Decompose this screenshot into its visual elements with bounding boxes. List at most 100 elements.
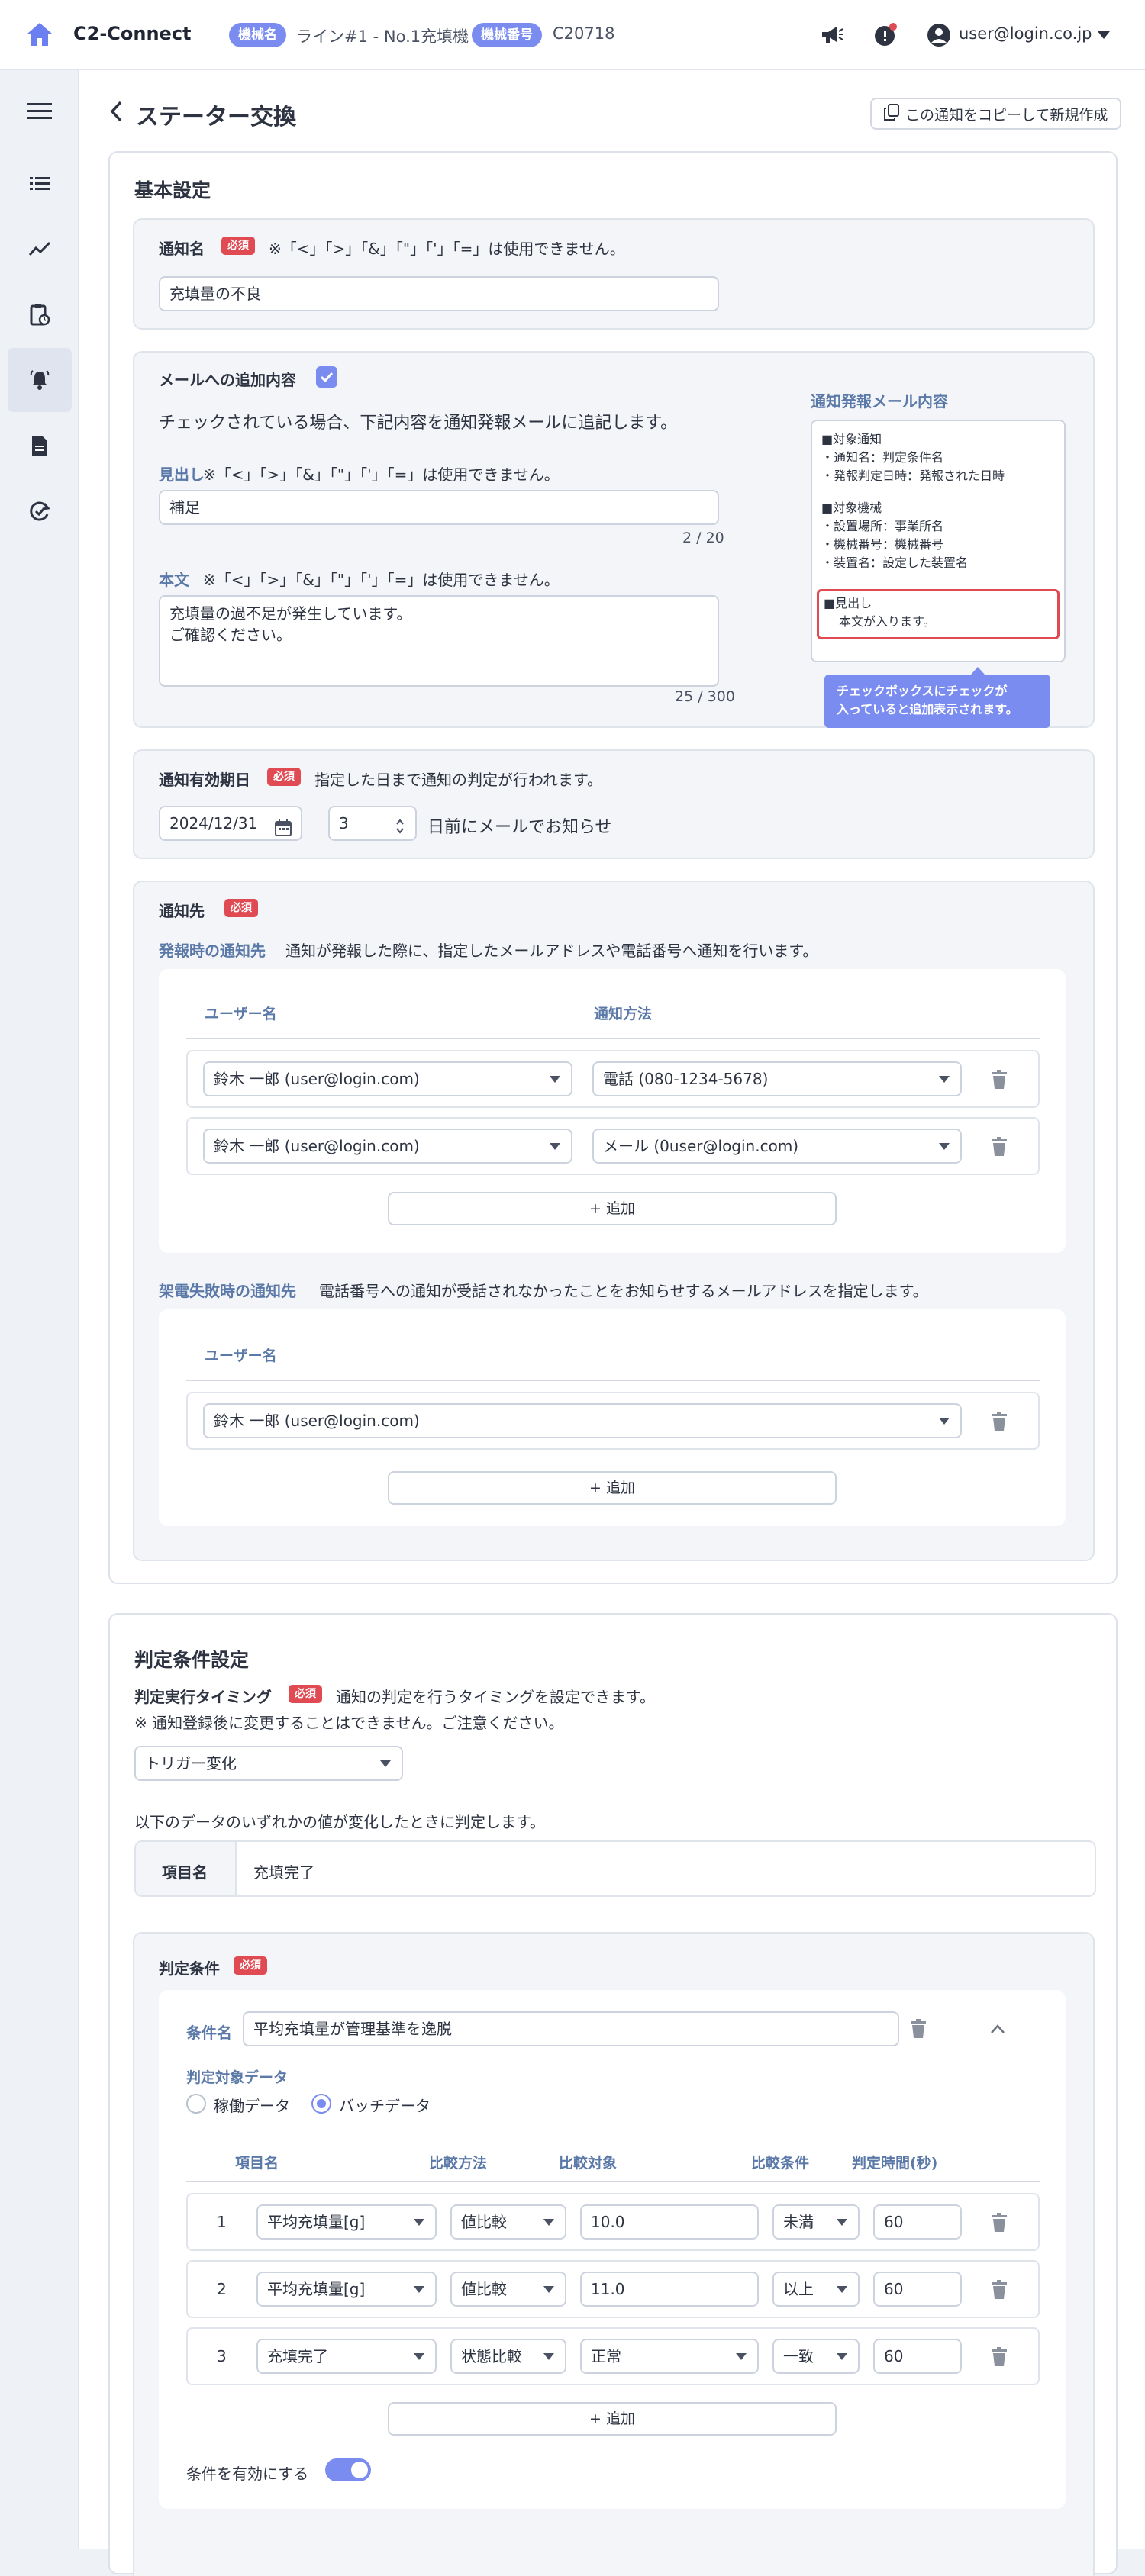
mail-addition-panel: メールへの追加内容 チェックされている場合、下記内容を通知発報メールに追記します… xyxy=(133,351,1095,728)
notice-days-stepper[interactable]: 3 xyxy=(328,806,417,841)
radio-operating-data[interactable] xyxy=(186,2094,206,2114)
preview-highlight-heading: ■見出し xyxy=(824,596,872,610)
required-badge: 必須 xyxy=(221,237,255,255)
radio-batch-data[interactable] xyxy=(311,2094,331,2114)
dropdown-caret-icon xyxy=(380,1760,391,1767)
machine-name-chip: 機械名 xyxy=(229,23,286,47)
body-textarea[interactable]: 充填量の過不足が発生しています。 ご確認ください。 xyxy=(159,595,719,687)
condition-select[interactable]: 一致 xyxy=(772,2339,860,2374)
condition-name-label: 条件名 xyxy=(186,2024,232,2042)
delete-row-icon[interactable] xyxy=(988,2277,1011,2303)
item-select[interactable]: 平均充填量[g] xyxy=(256,2204,437,2240)
delete-condition-icon[interactable] xyxy=(907,2016,930,2042)
copy-as-new-button[interactable]: この通知をコピーして新規作成 xyxy=(870,98,1122,130)
time-input[interactable]: 60 xyxy=(873,2204,962,2240)
condition-name-input[interactable]: 平均充填量が管理基準を逸脱 xyxy=(243,2011,899,2046)
page-title: ステーター交換 xyxy=(110,98,296,131)
target-input[interactable]: 10.0 xyxy=(580,2204,759,2240)
user-select[interactable]: 鈴木 一郎 (user@login.com) xyxy=(203,1061,572,1096)
condition-select[interactable]: 以上 xyxy=(772,2272,860,2307)
back-arrow-icon[interactable] xyxy=(110,101,122,128)
time-input[interactable]: 60 xyxy=(873,2339,962,2374)
timing-select[interactable]: トリガー変化 xyxy=(134,1746,403,1781)
preview-highlight: ■見出し 本文が入ります。 xyxy=(817,589,1060,639)
user-select[interactable]: 鈴木 一郎 (user@login.com) xyxy=(203,1129,572,1164)
enable-condition-toggle[interactable] xyxy=(325,2458,371,2481)
delete-row-icon[interactable] xyxy=(988,2344,1011,2370)
condition-label: 判定条件 xyxy=(159,1959,220,1978)
mail-preview: ■対象通知 ・通知名：判定条件名 ・発報判定日時：発報された日時 ■対象機械 ・… xyxy=(811,420,1066,662)
trend-chart-icon[interactable] xyxy=(8,217,72,281)
account-menu-caret-icon[interactable] xyxy=(1089,20,1119,50)
delete-row-icon[interactable] xyxy=(988,2210,1011,2236)
required-badge: 必須 xyxy=(289,1685,322,1703)
time-input[interactable]: 60 xyxy=(873,2272,962,2307)
expiry-date-input[interactable]: 2024/12/31 xyxy=(159,806,302,841)
table-row: 鈴木 一郎 (user@login.com) xyxy=(186,1392,1040,1450)
header-divider xyxy=(186,1038,1040,1039)
megaphone-icon[interactable] xyxy=(817,20,847,50)
delete-row-icon[interactable] xyxy=(988,1134,1011,1160)
stepper-arrows-icon[interactable] xyxy=(395,814,405,846)
timing-warning: ※ 通知登録後に変更することはできません。ご注意ください。 xyxy=(134,1714,564,1732)
expiry-description: 指定した日まで通知の判定が行われます。 xyxy=(314,771,602,789)
condition-select[interactable]: 未満 xyxy=(772,2204,860,2240)
clipboard-clock-icon[interactable] xyxy=(8,282,72,346)
user-select[interactable]: 鈴木 一郎 (user@login.com) xyxy=(203,1403,962,1438)
notification-name-note: ※「<」「>」「&」「"」「'」「=」は使用できません。 xyxy=(269,240,625,258)
item-select[interactable]: 平均充填量[g] xyxy=(256,2272,437,2307)
dropdown-caret-icon xyxy=(550,1143,560,1150)
column-header-method: 比較方法 xyxy=(429,2155,488,2172)
mail-addition-checkbox[interactable] xyxy=(316,366,337,388)
dropdown-caret-icon xyxy=(414,2353,424,2360)
delete-row-icon[interactable] xyxy=(988,1409,1011,1435)
condition-select-value: 未満 xyxy=(783,2213,814,2231)
collapse-chevron-icon[interactable] xyxy=(986,2016,1009,2042)
heading-input[interactable]: 補足 xyxy=(159,490,719,525)
item-select-value: 平均充填量[g] xyxy=(267,2213,366,2231)
target-input[interactable]: 11.0 xyxy=(580,2272,759,2307)
notification-status-icon[interactable] xyxy=(870,20,901,50)
dropdown-caret-icon xyxy=(543,2219,554,2226)
user-email[interactable]: user@login.co.jp xyxy=(959,24,1092,43)
method-select[interactable]: メール (0user@login.com) xyxy=(592,1129,962,1164)
body-note: ※「<」「>」「&」「"」「'」「=」は使用できません。 xyxy=(203,571,560,589)
method-select[interactable]: 値比較 xyxy=(450,2204,566,2240)
delete-row-icon[interactable] xyxy=(988,1067,1011,1093)
alert-destination-label: 発報時の通知先 xyxy=(159,942,266,960)
preview-line: ・機械番号：機械番号 xyxy=(821,537,944,552)
trigger-item-row: 項目名 充填完了 xyxy=(134,1840,1096,1897)
method-select[interactable]: 状態比較 xyxy=(450,2339,566,2374)
basic-settings-section: 基本設定 通知名 必須 ※「<」「>」「&」「"」「'」「=」は使用できません。… xyxy=(108,151,1118,1584)
item-select[interactable]: 充填完了 xyxy=(256,2339,437,2374)
target-select[interactable]: 正常 xyxy=(580,2339,759,2374)
method-select-value: 値比較 xyxy=(461,2213,507,2231)
heading-char-counter: 2 / 20 xyxy=(682,530,724,546)
notification-name-input[interactable]: 充填量の不良 xyxy=(159,276,719,311)
method-select[interactable]: 電話 (080-1234-5678) xyxy=(592,1061,962,1096)
dropdown-caret-icon xyxy=(414,2219,424,2226)
method-select-value: メール (0user@login.com) xyxy=(603,1137,799,1155)
target-data-label: 判定対象データ xyxy=(186,2069,289,2086)
sync-check-icon[interactable] xyxy=(8,479,72,543)
notification-bell-icon[interactable] xyxy=(8,348,72,412)
document-icon[interactable] xyxy=(8,414,72,478)
list-icon[interactable] xyxy=(8,151,72,215)
heading-note: ※「<」「>」「&」「"」「'」「=」は使用できません。 xyxy=(203,465,560,484)
mail-addition-description: チェックされている場合、下記内容を通知発報メールに追記します。 xyxy=(159,414,678,433)
notice-days-suffix: 日前にメールでお知らせ xyxy=(427,818,612,837)
destination-label: 通知先 xyxy=(159,902,205,920)
method-select[interactable]: 値比較 xyxy=(450,2272,566,2307)
calendar-icon[interactable] xyxy=(275,815,292,847)
add-failure-destination-button[interactable]: + 追加 xyxy=(388,1471,837,1505)
add-destination-button[interactable]: + 追加 xyxy=(388,1192,837,1225)
method-select-value: 電話 (080-1234-5678) xyxy=(603,1070,769,1088)
dropdown-caret-icon xyxy=(837,2353,847,2360)
account-icon[interactable] xyxy=(924,20,954,50)
home-icon[interactable] xyxy=(26,21,53,47)
menu-icon[interactable] xyxy=(8,79,72,143)
notice-days-value: 3 xyxy=(339,814,349,832)
add-condition-row-button[interactable]: + 追加 xyxy=(388,2402,837,2436)
condition-select-value: 一致 xyxy=(783,2347,814,2365)
brand-name: C2-Connect xyxy=(73,23,192,44)
